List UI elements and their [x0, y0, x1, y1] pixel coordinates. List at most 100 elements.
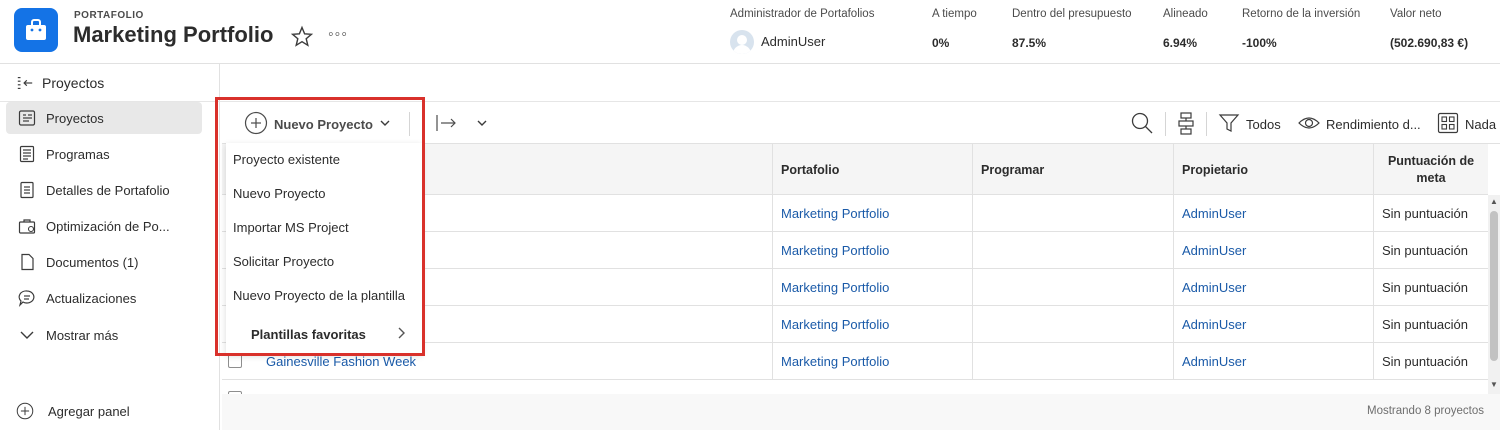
- portfolio-link[interactable]: Marketing Portfolio: [772, 232, 972, 269]
- updates-icon: [18, 289, 36, 307]
- goal-score-cell: Sin puntuación: [1373, 306, 1488, 343]
- more-options-icon[interactable]: ◦◦◦: [328, 26, 348, 44]
- scroll-up-icon[interactable]: ▲: [1490, 197, 1498, 206]
- program-cell: [972, 232, 1172, 269]
- metric-value-manager[interactable]: AdminUser: [761, 34, 825, 49]
- owner-link[interactable]: AdminUser: [1173, 306, 1373, 343]
- portfolio-link[interactable]: Marketing Portfolio: [772, 195, 972, 232]
- metric-label-roi: Retorno de la inversión: [1242, 8, 1361, 20]
- portfolio-link[interactable]: Marketing Portfolio: [772, 343, 972, 380]
- owner-link[interactable]: AdminUser: [1173, 232, 1373, 269]
- portfolio-link[interactable]: Marketing Portfolio: [772, 306, 972, 343]
- metric-value-budget: 87.5%: [1012, 36, 1047, 50]
- owner-link[interactable]: AdminUser: [1173, 195, 1373, 232]
- owner-link[interactable]: AdminUser: [1173, 269, 1373, 306]
- sidebar-item-programs[interactable]: Programas: [6, 138, 202, 170]
- metric-label-manager: Administrador de Portafolios: [730, 8, 875, 20]
- grouping-button[interactable]: Nada: [1437, 112, 1496, 137]
- menu-item-new-project[interactable]: Nuevo Proyecto: [233, 186, 326, 201]
- toolbar: Nuevo Proyecto Todos Rendimiento d... Na…: [222, 102, 1500, 144]
- add-circle-icon: [244, 111, 268, 138]
- menu-item-from-template[interactable]: Nuevo Proyecto de la plantilla: [233, 288, 405, 303]
- column-header-owner[interactable]: Propietario: [1173, 144, 1373, 195]
- collapse-panel-icon[interactable]: [16, 74, 34, 92]
- filter-label: Todos: [1246, 117, 1281, 132]
- metric-label-net-value: Valor neto: [1390, 8, 1442, 20]
- menu-item-existing-project[interactable]: Proyecto existente: [233, 152, 340, 167]
- hierarchy-icon: [1175, 111, 1197, 138]
- menu-item-request-project[interactable]: Solicitar Proyecto: [233, 254, 334, 269]
- projects-icon: [18, 109, 36, 127]
- row-checkbox[interactable]: [228, 354, 242, 368]
- add-circle-icon: [16, 402, 34, 420]
- metric-value-aligned: 6.94%: [1163, 36, 1198, 50]
- avatar: [730, 30, 754, 54]
- sidebar-item-label: Mostrar más: [46, 327, 119, 343]
- chevron-down-icon: [379, 117, 391, 132]
- sidebar-item-label: Optimización de Po...: [46, 218, 170, 234]
- sidebar-item-label: Actualizaciones: [46, 290, 137, 306]
- filter-button[interactable]: Todos: [1218, 112, 1281, 137]
- goal-score-cell: Sin puntuación: [1373, 232, 1488, 269]
- new-project-button[interactable]: Nuevo Proyecto: [244, 111, 391, 138]
- metric-label-budget: Dentro del presupuesto: [1012, 8, 1132, 20]
- sidebar-heading[interactable]: Proyectos: [16, 72, 104, 94]
- details-icon: [18, 181, 36, 199]
- sidebar-item-label: Detalles de Portafolio: [46, 182, 170, 198]
- table-footer: Mostrando 8 proyectos: [222, 394, 1500, 430]
- sidebar-item-label: Programas: [46, 146, 110, 162]
- goal-score-cell: Sin puntuación: [1373, 195, 1488, 232]
- program-cell: [972, 195, 1172, 232]
- portfolio-link[interactable]: Marketing Portfolio: [772, 269, 972, 306]
- goal-score-cell: Sin puntuación: [1373, 343, 1488, 380]
- sidebar: Proyectos Proyectos Programas Detalles d…: [0, 64, 220, 430]
- column-header-goal-score[interactable]: Puntuación de meta: [1373, 144, 1488, 195]
- sidebar-item-label: Proyectos: [46, 110, 104, 126]
- column-header-portfolio[interactable]: Portafolio: [772, 144, 972, 195]
- owner-link[interactable]: AdminUser: [1173, 343, 1373, 380]
- add-panel-label: Agregar panel: [48, 403, 130, 419]
- chevron-down-icon: [476, 117, 488, 132]
- chevron-right-icon: [396, 326, 406, 343]
- column-header-program[interactable]: Programar: [972, 144, 1172, 195]
- goal-score-cell: Sin puntuación: [1373, 269, 1488, 306]
- toolbar-separator: [409, 112, 410, 136]
- menu-item-favorite-templates[interactable]: Plantillas favoritas: [251, 327, 366, 342]
- export-button[interactable]: [434, 112, 488, 137]
- sidebar-item-optimization[interactable]: Optimización de Po...: [6, 210, 202, 242]
- metric-value-roi: -100%: [1242, 36, 1277, 50]
- add-panel-button[interactable]: Agregar panel: [16, 402, 130, 420]
- scroll-down-icon[interactable]: ▼: [1490, 380, 1498, 389]
- hierarchy-button[interactable]: [1175, 111, 1197, 138]
- sidebar-item-show-more[interactable]: Mostrar más: [6, 319, 202, 351]
- sidebar-item-projects[interactable]: Proyectos: [6, 102, 202, 134]
- toolbar-separator: [1206, 112, 1207, 136]
- menu-item-import-ms-project[interactable]: Importar MS Project: [233, 220, 349, 235]
- table-row[interactable]: [222, 380, 1488, 394]
- view-button[interactable]: Rendimiento d...: [1298, 112, 1421, 137]
- page-kicker: PORTAFOLIO: [74, 10, 144, 21]
- metric-label-aligned: Alineado: [1163, 8, 1208, 20]
- chevron-down-icon: [18, 326, 36, 344]
- table-scrollbar[interactable]: ▲ ▼: [1488, 195, 1500, 394]
- sidebar-item-portfolio-details[interactable]: Detalles de Portafolio: [6, 174, 202, 206]
- program-cell: [972, 306, 1172, 343]
- scrollbar-thumb[interactable]: [1490, 211, 1498, 361]
- export-icon: [434, 112, 458, 137]
- view-label: Rendimiento d...: [1326, 117, 1421, 132]
- search-button[interactable]: [1130, 111, 1154, 138]
- grouping-label: Nada: [1465, 117, 1497, 132]
- program-cell: [972, 343, 1172, 380]
- new-project-label: Nuevo Proyecto: [274, 117, 373, 132]
- sidebar-item-label: Documentos (1): [46, 254, 139, 270]
- new-project-menu: Proyecto existente Nuevo Proyecto Import…: [226, 143, 422, 354]
- favorite-star-icon[interactable]: [290, 25, 314, 49]
- optimization-icon: [18, 217, 36, 235]
- portfolio-app-icon[interactable]: [14, 8, 58, 52]
- metric-value-net-value: (502.690,83 €): [1390, 36, 1469, 50]
- page-header: PORTAFOLIO Marketing Portfolio ◦◦◦ Admin…: [0, 0, 1500, 64]
- programs-icon: [18, 145, 36, 163]
- sidebar-item-updates[interactable]: Actualizaciones: [6, 282, 202, 314]
- eye-icon: [1298, 112, 1320, 137]
- sidebar-item-documents[interactable]: Documentos (1): [6, 246, 202, 278]
